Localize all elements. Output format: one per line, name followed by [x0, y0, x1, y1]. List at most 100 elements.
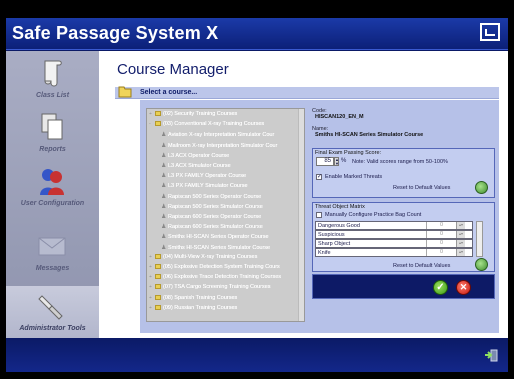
- tree-item-label: L3 PX FAMILY Operator Course: [168, 173, 247, 180]
- course-panel: + (02) Security Training Courses - (03) Con…: [140, 100, 499, 333]
- folder-icon: [155, 121, 161, 127]
- name-value: Smiths HI-SCAN Series Simulator Course: [315, 132, 424, 138]
- matrix-row-stepper[interactable]: ▴▾: [456, 240, 465, 247]
- tree-folder-item[interactable]: + (09) Russian Training Courses: [149, 305, 237, 314]
- manual-count-label: Manually Configure Practice Bag Count: [325, 212, 422, 218]
- tree-folder-item[interactable]: + (05) Explosive Detection System Trainin…: [149, 264, 280, 273]
- tree-folder-item[interactable]: + (07) TSA Cargo Screening Training Cours…: [149, 284, 271, 293]
- sidebar-item-reports[interactable]: Reports: [6, 107, 99, 159]
- tree-course-item[interactable]: ♟ L3 ACX Simulator Course: [161, 162, 231, 171]
- ok-button[interactable]: ✓: [433, 280, 448, 295]
- marked-threats-checkbox[interactable]: ✓: [316, 174, 322, 180]
- sidebar-item-label: Administrator Tools: [19, 325, 86, 332]
- matrix-row-name: Knife: [318, 250, 331, 256]
- matrix-row: Sharp Object 0 ▴▾: [315, 239, 473, 248]
- tree-course-item[interactable]: ♟ L3 PX FAMILY Simulator Course: [161, 182, 248, 191]
- documents-icon: [41, 113, 63, 140]
- matrix-row: Knife 0 ▴▾: [315, 248, 473, 257]
- course-icon: ♟: [161, 132, 167, 139]
- sidebar-item-class-list[interactable]: Class List: [6, 53, 99, 105]
- passing-score-input[interactable]: 85: [316, 157, 334, 166]
- tree-folder-item[interactable]: - (03) Conventional X-ray Training Course…: [149, 121, 264, 130]
- tree-course-item[interactable]: ♟ Rapiscan 600 Series Operator Course: [161, 213, 261, 222]
- sidebar: Class List Reports User Configuration Me…: [6, 51, 99, 338]
- main-content: Course Manager Select a course... + (02) …: [99, 51, 508, 338]
- tree-folder-item[interactable]: + (04) Multi-View X-ray Training Courses: [149, 254, 257, 263]
- tree-item-label: L3 ACX Simulator Course: [168, 163, 231, 169]
- passing-score-stepper[interactable]: ▲ ▼: [334, 157, 339, 166]
- matrix-row-value[interactable]: 0: [426, 231, 456, 238]
- tree-folder-item[interactable]: + (08) Spanish Training Courses: [149, 295, 237, 304]
- tree-course-item[interactable]: ♟ Mailroom X-ray Interpretation Simulator…: [161, 142, 277, 151]
- tree-item-label: Rapiscan 600 Series Operator Course: [168, 214, 262, 220]
- course-icon: ♟: [161, 224, 167, 231]
- users-icon: [40, 169, 64, 195]
- course-icon: ♟: [161, 234, 167, 241]
- sidebar-item-user-configuration[interactable]: User Configuration: [6, 161, 99, 213]
- footer-bar: [6, 338, 508, 372]
- matrix-row-value[interactable]: 0: [426, 222, 456, 229]
- tree-course-item[interactable]: ♟ L3 ACX Operator Course: [161, 152, 229, 161]
- tree-course-item[interactable]: ♟ Rapiscan 600 Series Simulator Course: [161, 223, 263, 232]
- tree-course-item[interactable]: ♟ Aviation X-ray Interpretation Simulator…: [161, 131, 274, 140]
- matrix-row-name: Dangerous Good: [318, 223, 360, 229]
- tree-folder-item[interactable]: + (06) Explosive Trace Detection Training…: [149, 274, 281, 283]
- folder-icon: [155, 294, 161, 300]
- tree-course-item[interactable]: ♟ Rapiscan 500 Series Simulator Course: [161, 203, 263, 212]
- tree-course-item[interactable]: ♟ Smiths HI-SCAN Series Operator Course: [161, 233, 269, 242]
- matrix-scrollbar[interactable]: [476, 221, 483, 257]
- matrix-row-stepper[interactable]: ▴▾: [456, 222, 465, 229]
- exit-icon[interactable]: [484, 348, 498, 362]
- app-title: Safe Passage System X: [12, 23, 219, 43]
- exam-reset-icon[interactable]: [475, 181, 488, 194]
- course-tree[interactable]: + (02) Security Training Courses - (03) Con…: [146, 108, 305, 322]
- threat-matrix-title: Threat Object Matrix: [315, 204, 365, 210]
- action-bar: ✓ ✕: [312, 274, 495, 299]
- tree-scrollbar[interactable]: [298, 109, 304, 321]
- exam-reset-label[interactable]: Reset to Default Values: [393, 185, 450, 191]
- course-info: Code: HISCAN120_EN_M Name: Smiths HI-SCA…: [312, 108, 495, 138]
- sidebar-item-messages[interactable]: Messages: [6, 226, 99, 278]
- sidebar-item-label: User Configuration: [20, 200, 85, 207]
- tree-course-item[interactable]: ♟ Smiths HI-SCAN Series Simulator Course: [161, 244, 270, 253]
- folder-icon: [118, 86, 132, 98]
- page-title: Course Manager: [117, 61, 229, 78]
- matrix-row-stepper[interactable]: ▴▾: [456, 231, 465, 238]
- tree-item-label: Smiths HI-SCAN Series Operator Course: [168, 234, 269, 241]
- folder-icon: [155, 253, 161, 259]
- tree-item-label: Rapiscan 500 Series Operator Course: [168, 193, 262, 200]
- tree-course-item[interactable]: ♟ Rapiscan 500 Series Operator Course: [161, 193, 261, 202]
- title-bar: Safe Passage System X: [6, 18, 508, 50]
- app-window: Safe Passage System X Class List Reports: [6, 18, 508, 372]
- cancel-button[interactable]: ✕: [456, 280, 471, 295]
- tree-item-label: Rapiscan 500 Series Simulator Course: [168, 203, 263, 210]
- course-icon: ♟: [161, 193, 167, 200]
- folder-icon: [155, 264, 161, 270]
- tree-folder-item[interactable]: + (02) Security Training Courses: [149, 111, 237, 120]
- minimize-button[interactable]: [480, 23, 500, 41]
- matrix-reset-icon[interactable]: [475, 258, 488, 271]
- folder-icon: [155, 274, 161, 280]
- final-exam-box: Final Exam Passing Score: 85 ▲ ▼ % Note: …: [312, 148, 495, 198]
- folder-icon: [155, 111, 161, 117]
- course-icon: ♟: [161, 203, 167, 210]
- wrench-icon: [38, 295, 63, 320]
- manual-count-checkbox[interactable]: [316, 212, 322, 218]
- matrix-reset-label[interactable]: Reset to Default Values: [393, 263, 450, 269]
- tree-item-label: (06) Explosive Trace Detection Training …: [163, 274, 281, 281]
- matrix-row-value[interactable]: 0: [426, 240, 456, 247]
- tree-item-label: (04) Multi-View X-ray Training Courses: [163, 253, 258, 260]
- folder-icon: [155, 304, 161, 310]
- matrix-row-stepper[interactable]: ▴▾: [456, 249, 465, 256]
- select-course-label: Select a course...: [140, 89, 198, 96]
- envelope-icon: [38, 237, 66, 256]
- code-value: HISCAN120_EN_M: [315, 114, 364, 120]
- tree-item-label: Rapiscan 600 Series Simulator Course: [168, 224, 263, 231]
- tree-course-item[interactable]: ♟ L3 PX FAMILY Operator Course: [161, 172, 246, 181]
- matrix-row: Suspicious 0 ▴▾: [315, 230, 473, 239]
- score-note: Note: Valid scores range from 50-100%: [352, 159, 448, 165]
- sidebar-item-administrator-tools[interactable]: Administrator Tools: [6, 286, 99, 338]
- matrix-row-value[interactable]: 0: [426, 249, 456, 256]
- matrix-row: Dangerous Good 0 ▴▾: [315, 221, 473, 230]
- tree-item-label: (05) Explosive Detection System Training…: [163, 264, 280, 270]
